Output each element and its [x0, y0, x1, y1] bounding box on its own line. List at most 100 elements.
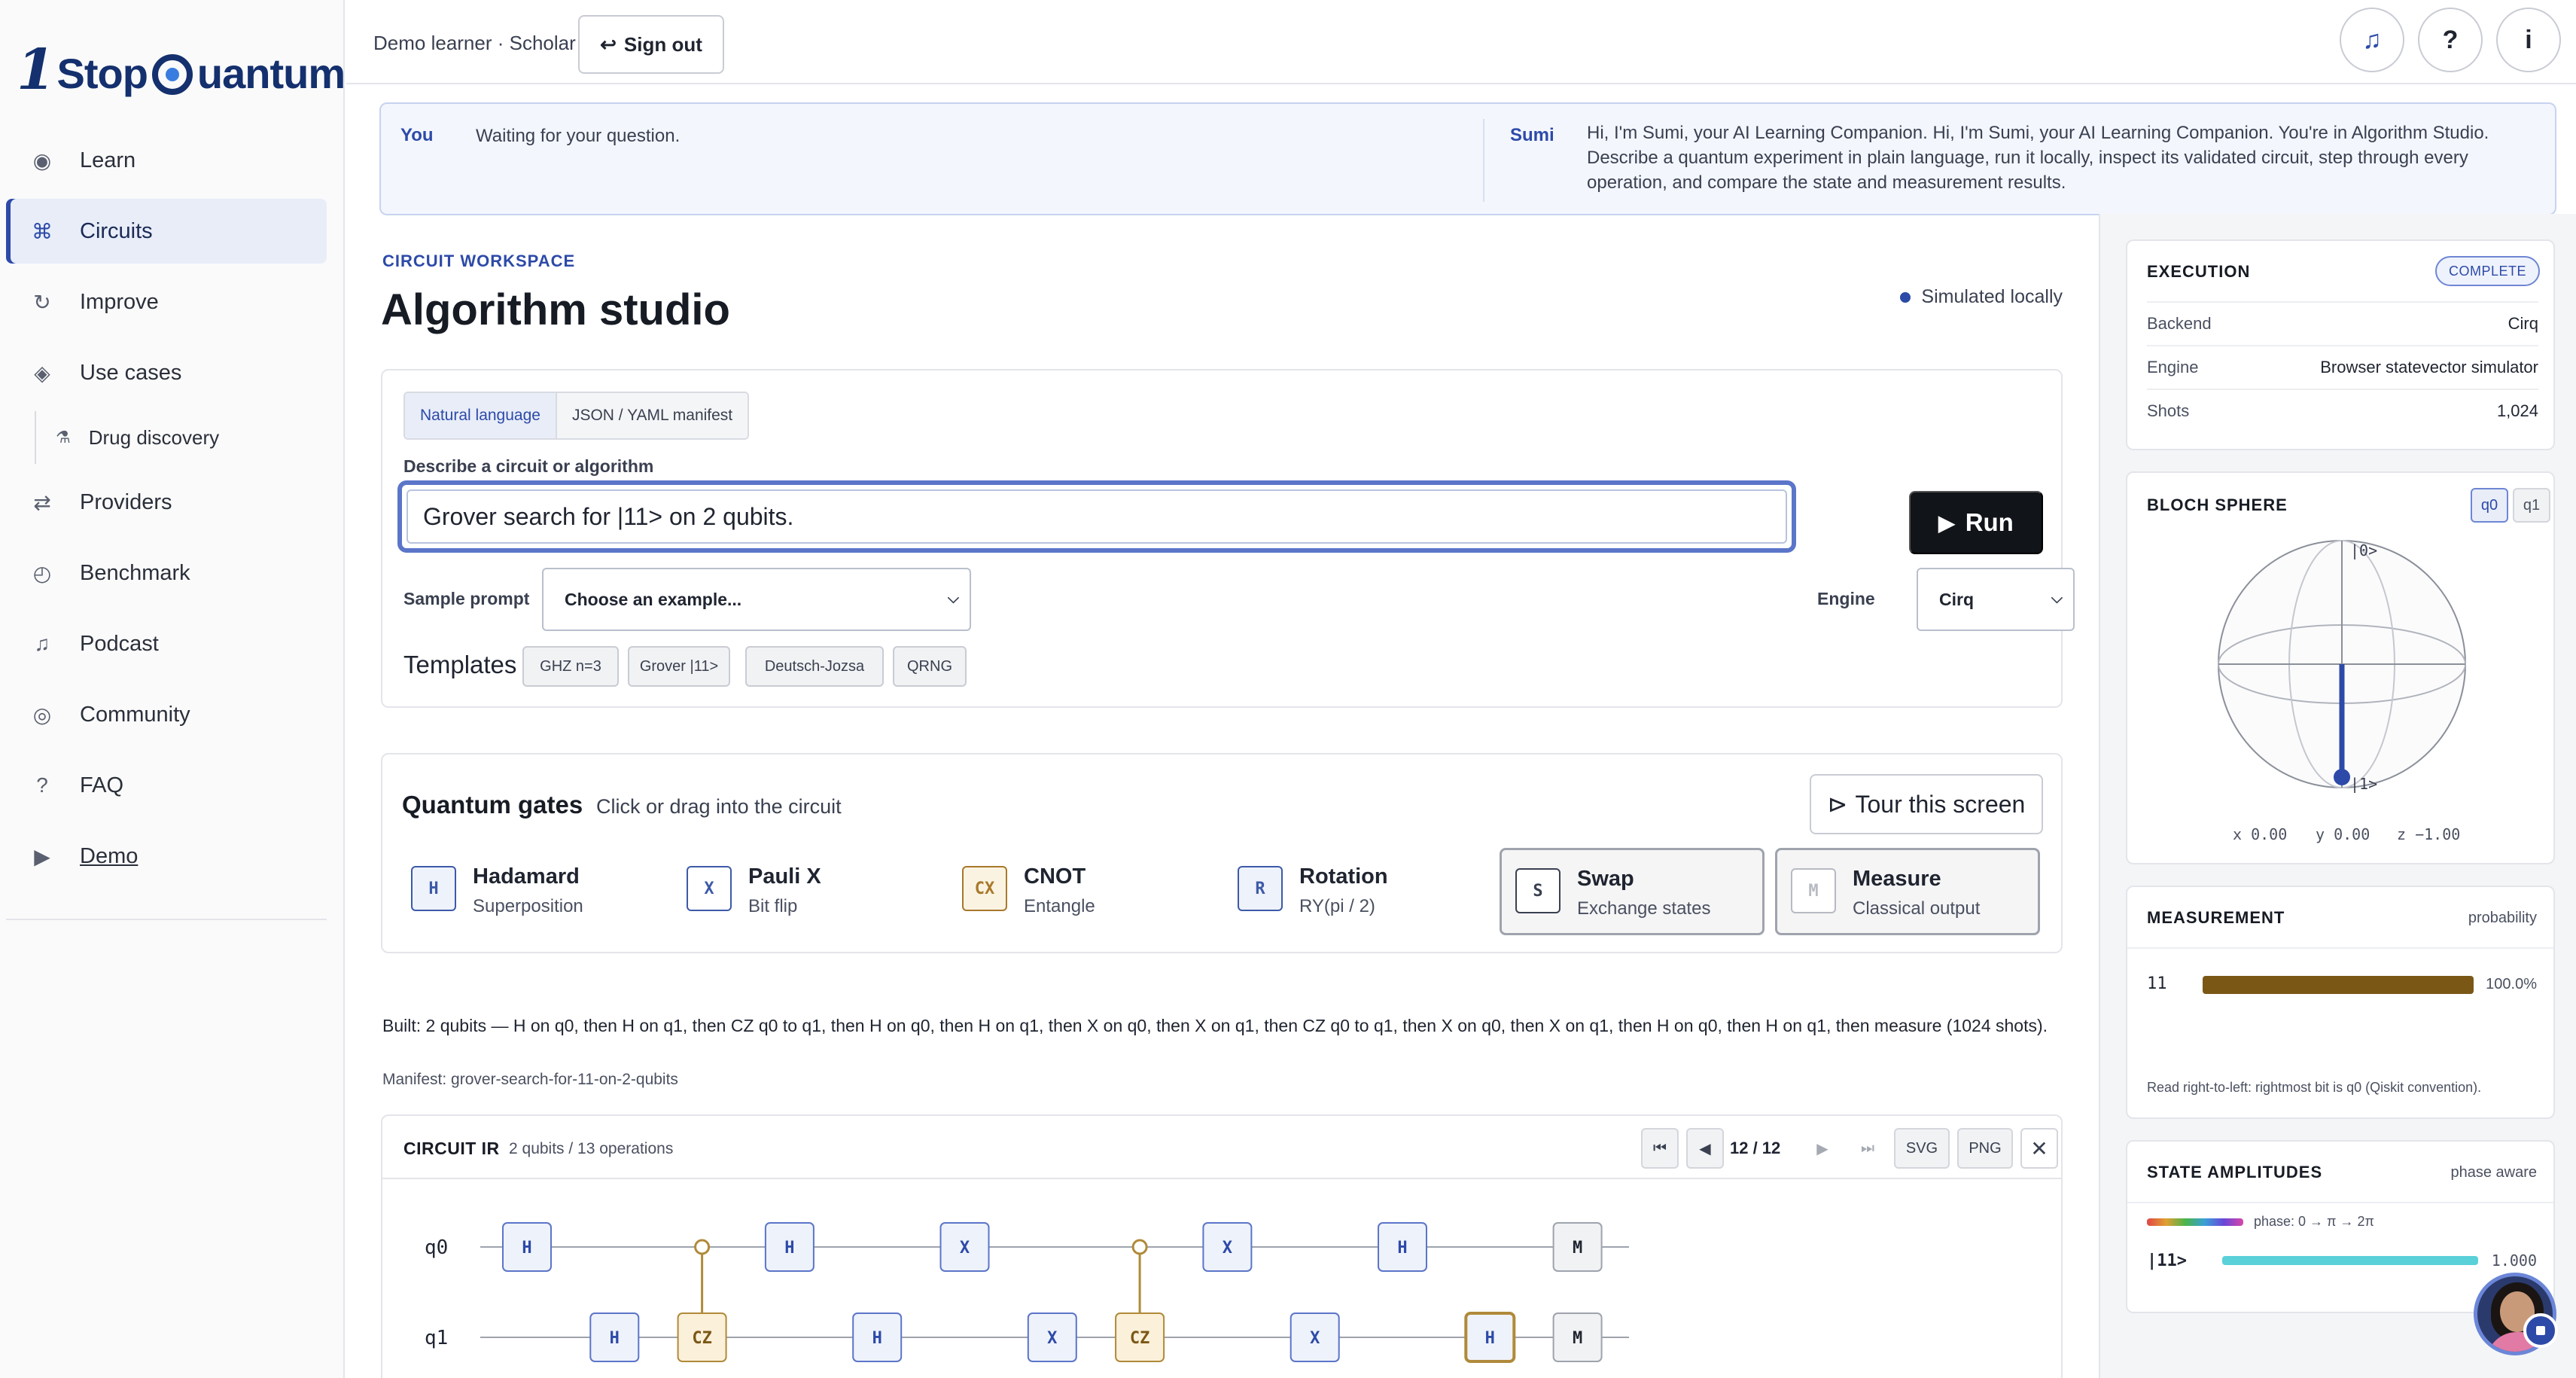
- gate-name: Swap: [1577, 867, 1634, 891]
- prompt-input[interactable]: [406, 489, 1787, 544]
- bloch-sphere-card: BLOCH SPHERE q0 q1 |0> |1> x 0.00 y 0.00…: [2126, 471, 2555, 864]
- sign-out-label: Sign out: [623, 32, 702, 56]
- engine-select[interactable]: Cirq ⌵: [1917, 568, 2075, 631]
- wire-label: q0: [425, 1236, 448, 1259]
- sidebar-item-improve[interactable]: ↻ Improve: [6, 270, 327, 334]
- template-ghz[interactable]: GHZ n=3: [522, 646, 619, 687]
- logo-stop: Stop: [56, 50, 148, 97]
- sidebar-item-faq[interactable]: ? FAQ: [6, 753, 327, 818]
- gate-measure[interactable]: M Measure Classical output: [1775, 848, 2040, 935]
- divider: [2127, 1202, 2553, 1203]
- gate-description: Superposition: [473, 896, 583, 916]
- gate-name: Hadamard: [473, 864, 580, 889]
- sidebar-item-learn[interactable]: ◉ Learn: [6, 128, 327, 193]
- qubit-toggle-q0[interactable]: q0: [2471, 488, 2508, 523]
- sidebar-item-drug-discovery[interactable]: ⚗ Drug discovery: [35, 411, 327, 464]
- execution-row-engine: Engine Browser statevector simulator: [2147, 345, 2538, 389]
- play-icon: ▶: [34, 844, 50, 868]
- you-message: Waiting for your question.: [476, 126, 681, 146]
- qubit-toggle-q1[interactable]: q1: [2513, 488, 2550, 523]
- bloch-bottom-label: |1>: [2350, 775, 2377, 793]
- measurement-note: Read right-to-left: rightmost bit is q0 …: [2147, 1080, 2482, 1095]
- engine-value: Cirq: [1939, 589, 1974, 609]
- sidebar-item-label: Community: [80, 702, 190, 727]
- music-button[interactable]: ♫: [2340, 8, 2404, 72]
- sample-prompt-value: Choose an example...: [565, 589, 742, 609]
- gate-symbol-icon: S: [1515, 868, 1561, 913]
- last-step-button[interactable]: ⏭: [1849, 1128, 1886, 1169]
- previous-icon: ◀: [1699, 1140, 1711, 1157]
- prompt-input-wrapper: [397, 480, 1796, 553]
- info-button[interactable]: i: [2496, 8, 2561, 72]
- tab-natural-language[interactable]: Natural language: [405, 393, 556, 438]
- previous-step-button[interactable]: ◀: [1686, 1128, 1724, 1169]
- sign-out-icon: ↩: [600, 32, 617, 56]
- top-bar: Demo learner · Scholar ↩ Sign out ♫ ? i: [346, 0, 2576, 84]
- measurement-outcome: 11: [2147, 974, 2167, 993]
- divider: [2127, 947, 2553, 949]
- execution-key: Engine: [2147, 358, 2199, 377]
- next-step-button[interactable]: ▶: [1804, 1128, 1841, 1169]
- gates-title: Quantum gates: [402, 791, 583, 819]
- circuit-ir-subtitle: 2 qubits / 13 operations: [509, 1140, 674, 1157]
- sidebar-item-label: FAQ: [80, 773, 124, 797]
- sidebar-item-podcast[interactable]: ♫ Podcast: [6, 611, 327, 676]
- gate-pauli-x[interactable]: X Pauli X Bit flip: [673, 848, 938, 935]
- gate-hadamard[interactable]: H Hadamard Superposition: [397, 848, 662, 935]
- circuit-ir-card: CIRCUIT IR 2 qubits / 13 operations ⏮ ◀ …: [381, 1114, 2063, 1378]
- export-svg-button[interactable]: SVG: [1894, 1128, 1950, 1169]
- probability-value: 100.0%: [2486, 976, 2537, 992]
- sidebar-item-demo[interactable]: ▶ Demo: [6, 824, 327, 889]
- sidebar-item-use-cases[interactable]: ◈ Use cases: [6, 340, 327, 405]
- first-step-button[interactable]: ⏮: [1641, 1128, 1679, 1169]
- sidebar-item-label: Learn: [80, 148, 136, 172]
- sidebar-item-label: Podcast: [80, 631, 159, 656]
- execution-key: Shots: [2147, 401, 2190, 420]
- sidebar-item-label: Use cases: [80, 360, 182, 385]
- execution-value: Browser statevector simulator: [2320, 358, 2538, 377]
- template-deutsch-jozsa[interactable]: Deutsch-Jozsa: [745, 646, 884, 687]
- circuit-diagram: q0 q1 H H CZ H H X X CZ X X H H M M: [425, 1222, 1629, 1363]
- sidebar-item-community[interactable]: ◎ Community: [6, 682, 327, 747]
- sign-out-button[interactable]: ↩ Sign out: [578, 15, 724, 74]
- amplitude-track: [2222, 1256, 2478, 1265]
- sidebar-item-label: Providers: [80, 489, 172, 514]
- prompt-card: Natural language JSON / YAML manifest De…: [381, 369, 2075, 708]
- gate-rotation[interactable]: R Rotation RY(pi / 2): [1224, 848, 1489, 935]
- templates-label: Templates: [403, 651, 517, 678]
- export-png-button[interactable]: PNG: [1957, 1128, 2013, 1169]
- chevron-down-icon: ⌵: [947, 590, 959, 607]
- gate-cnot[interactable]: CX CNOT Entangle: [948, 848, 1213, 935]
- amplitudes-mode: phase aware: [2450, 1164, 2537, 1181]
- page-title: Algorithm studio: [381, 285, 730, 334]
- circuits-icon: ⌘: [32, 219, 53, 243]
- close-button[interactable]: ✕: [2020, 1128, 2058, 1169]
- execution-card: EXECUTION COMPLETE Backend Cirq Engine Bro…: [2126, 239, 2555, 450]
- control-dot: [1131, 1239, 1148, 1255]
- simulation-status: Simulated locally: [1900, 286, 2063, 308]
- gate-swap[interactable]: S Swap Exchange states: [1500, 848, 1765, 935]
- sidebar-item-providers[interactable]: ⇄ Providers: [6, 470, 327, 535]
- tab-manifest[interactable]: JSON / YAML manifest: [555, 393, 748, 438]
- measurement-title: MEASUREMENT: [2147, 908, 2285, 927]
- execution-row-shots: Shots 1,024: [2147, 389, 2538, 432]
- gate-label: M: [1573, 1239, 1582, 1258]
- tour-label: Tour this screen: [1855, 790, 2026, 818]
- template-qrng[interactable]: QRNG: [893, 646, 967, 687]
- phase-gradient: [2147, 1218, 2243, 1226]
- amplitude-value: 1.000: [2491, 1251, 2537, 1270]
- help-button[interactable]: ?: [2418, 8, 2483, 72]
- input-mode-tabs: Natural language JSON / YAML manifest: [403, 392, 750, 440]
- tour-button[interactable]: ⊳ Tour this screen: [1810, 774, 2043, 834]
- gate-symbol-icon: X: [687, 866, 732, 911]
- gate-label: CZ: [692, 1329, 712, 1348]
- sidebar-item-circuits[interactable]: ⌘ Circuits: [6, 199, 327, 264]
- built-summary: Built: 2 qubits — H on q0, then H on q1,…: [382, 1016, 2048, 1035]
- execution-value: Cirq: [2507, 314, 2538, 333]
- stop-icon[interactable]: [2523, 1313, 2558, 1348]
- sample-prompt-select[interactable]: Choose an example... ⌵: [542, 568, 971, 631]
- sidebar-item-benchmark[interactable]: ◴ Benchmark: [6, 541, 327, 605]
- run-button[interactable]: ▶ Run: [1909, 491, 2043, 554]
- brand-logo[interactable]: 1 Stop uantum: [17, 30, 346, 98]
- template-grover[interactable]: Grover |11>: [628, 646, 730, 687]
